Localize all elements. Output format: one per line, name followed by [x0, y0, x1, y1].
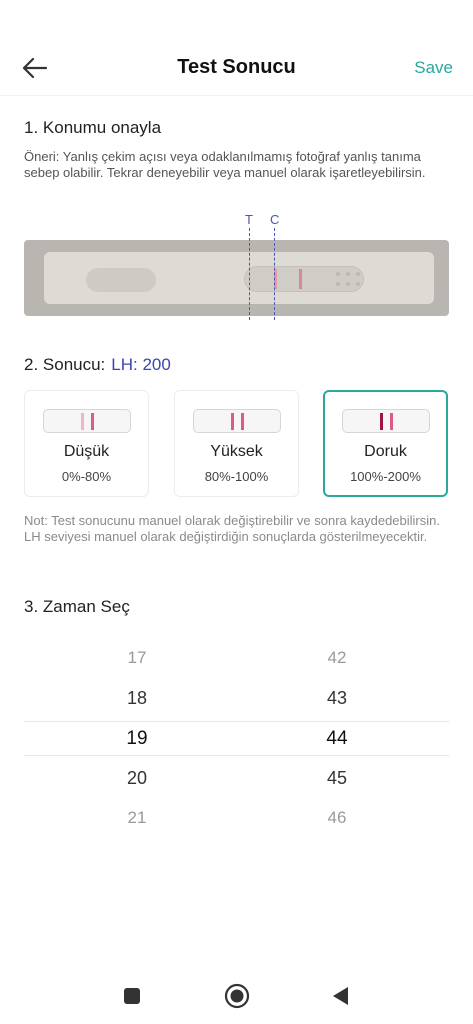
strip-sample-window [86, 268, 156, 292]
marker-c-label: C [270, 212, 280, 227]
mini-strip-peak [342, 409, 430, 433]
minute-option[interactable]: 43 [307, 688, 367, 709]
hour-option[interactable]: 21 [107, 808, 167, 828]
minute-option[interactable]: 46 [307, 808, 367, 828]
strip-dots [334, 270, 374, 290]
result-card-high[interactable]: Yüksek 80%-100% [174, 390, 299, 497]
result-card-label: Yüksek [210, 443, 263, 460]
mini-strip-t-line [231, 413, 234, 430]
mini-strip-t-line [380, 413, 383, 430]
lh-value: LH: 200 [111, 355, 171, 374]
section-time-title: 3. Zaman Seç [24, 597, 130, 616]
recents-button[interactable] [117, 981, 147, 1011]
time-picker-selection-band [24, 721, 449, 756]
result-card-range: 100%-200% [350, 469, 421, 484]
hour-option-selected[interactable]: 19 [107, 728, 167, 750]
test-strip-body [44, 252, 434, 304]
section-confirm-position-description: Öneri: Yanlış çekim açısı veya odaklanıl… [24, 149, 426, 180]
result-card-peak[interactable]: Doruk 100%-200% [323, 390, 448, 497]
mini-strip-t-line [81, 413, 84, 430]
section-confirm-position-title: 1. Konumu onayla [24, 118, 162, 137]
strip-c-line [299, 269, 302, 289]
minute-option[interactable]: 42 [307, 648, 367, 668]
manual-change-note: Not: Test sonucunu manuel olarak değişti… [24, 513, 440, 544]
square-icon [124, 988, 140, 1004]
mini-strip-high [193, 409, 281, 433]
result-card-low[interactable]: Düşük 0%-80% [24, 390, 149, 497]
mini-strip-c-line [91, 413, 94, 430]
marker-t-line[interactable] [249, 228, 250, 320]
page-title: Test Sonucu [177, 56, 296, 78]
home-circle-icon [224, 983, 250, 1009]
minute-option-selected[interactable]: 44 [307, 728, 367, 750]
result-card-label: Düşük [63, 443, 110, 460]
hour-option[interactable]: 17 [107, 648, 167, 668]
back-nav-button[interactable] [325, 981, 355, 1011]
minute-option[interactable]: 45 [307, 768, 367, 789]
mini-strip-low [43, 409, 131, 433]
home-button[interactable] [222, 981, 252, 1011]
test-strip-photo [24, 240, 449, 316]
marker-c-line[interactable] [274, 228, 275, 320]
hour-option[interactable]: 20 [107, 768, 167, 789]
back-triangle-icon [333, 987, 348, 1005]
hour-option[interactable]: 18 [107, 688, 167, 709]
marker-t-label: T [245, 212, 253, 227]
result-card-range: 80%-100% [204, 469, 269, 484]
save-button[interactable]: Save [414, 58, 453, 78]
section-result-label: 2. Sonucu: [24, 355, 106, 374]
result-card-label: Doruk [364, 443, 407, 460]
system-navigation-bar [0, 975, 473, 1015]
mini-strip-c-line [241, 413, 244, 430]
mini-strip-c-line [390, 413, 393, 430]
result-card-range: 0%-80% [61, 469, 112, 484]
app-header: Test Sonucu Save [0, 40, 473, 96]
section-result-title: 2. Sonucu: LH: 200 [24, 355, 171, 375]
